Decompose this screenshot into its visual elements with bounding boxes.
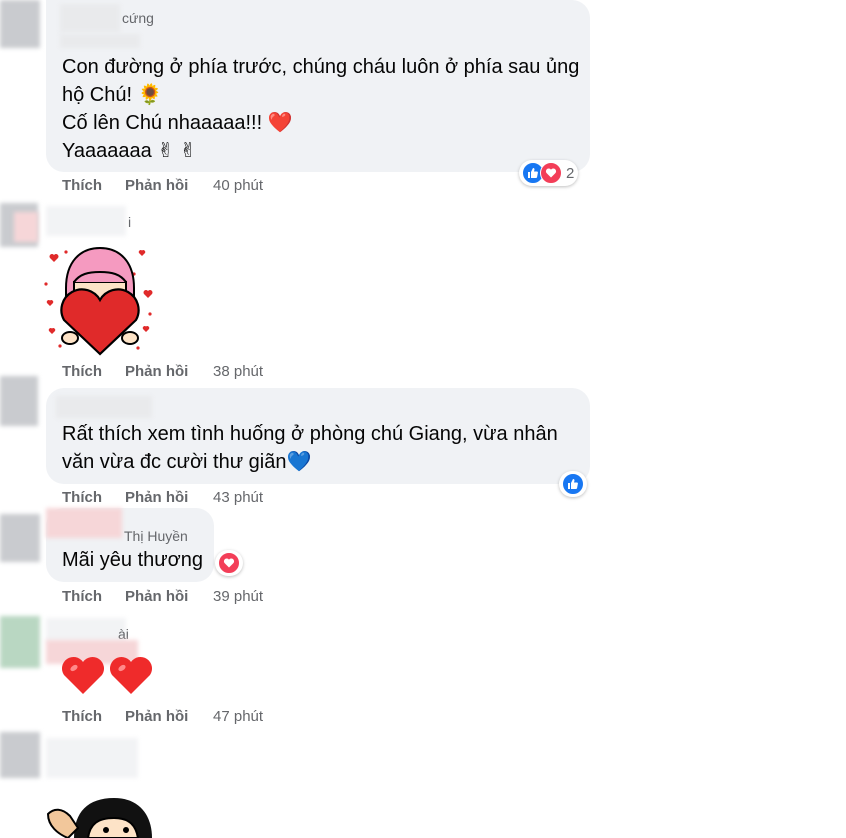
commenter-name[interactable]: Thị Huyền xyxy=(124,528,188,544)
like-link[interactable]: Thích xyxy=(62,489,102,506)
comment-text-line: Rất thích xem tình huống ở phòng chú Gia… xyxy=(62,423,558,445)
timestamp[interactable]: 40 phút xyxy=(213,177,263,194)
avatar[interactable] xyxy=(0,0,40,48)
reply-link[interactable]: Phản hồi xyxy=(125,489,188,506)
reply-link[interactable]: Phản hồi xyxy=(125,588,188,605)
timestamp[interactable]: 39 phút xyxy=(213,588,263,605)
comment-text-line: văn vừa đc cười thư giãn💙 xyxy=(62,451,312,473)
double-heart-emoji xyxy=(61,656,153,694)
like-link[interactable]: Thích xyxy=(62,177,102,194)
like-link[interactable]: Thích xyxy=(62,588,102,605)
blurred-name-line xyxy=(60,34,140,48)
cartoon-sticker xyxy=(46,798,152,838)
blurred-name xyxy=(46,738,138,778)
reply-link[interactable]: Phản hồi xyxy=(125,363,188,380)
commenter-name[interactable]: cứng xyxy=(122,10,154,26)
blurred-name xyxy=(60,4,120,32)
timestamp[interactable]: 38 phút xyxy=(213,363,263,380)
commenter-name[interactable]: i xyxy=(128,214,131,230)
blurred-name xyxy=(46,206,126,236)
avatar[interactable] xyxy=(0,514,40,562)
reply-link[interactable]: Phản hồi xyxy=(125,177,188,194)
avatar[interactable] xyxy=(0,376,38,426)
comment-text-line: Yaaaaaaa ✌ ✌ xyxy=(62,140,197,162)
like-reaction-icon xyxy=(562,473,584,495)
reaction-count: 2 xyxy=(566,164,575,182)
comment-text-line: Con đường ở phía trước, chúng cháu luôn … xyxy=(62,56,580,78)
reaction-summary[interactable]: 2 xyxy=(519,160,579,186)
like-link[interactable]: Thích xyxy=(62,363,102,380)
like-link[interactable]: Thích xyxy=(62,708,102,725)
blurred-name xyxy=(46,618,126,642)
comment-text-line: Mãi yêu thương xyxy=(62,549,204,571)
reply-link[interactable]: Phản hồi xyxy=(125,708,188,725)
blurred-name xyxy=(46,508,122,538)
comment-text-line: hộ Chú! 🌻 xyxy=(62,84,163,106)
avatar[interactable] xyxy=(0,732,40,778)
heart-girl-sticker xyxy=(44,246,153,356)
reaction-summary[interactable] xyxy=(559,471,587,497)
love-reaction-icon xyxy=(218,552,240,574)
blurred-name xyxy=(56,396,152,418)
comment-text-line: Cố lên Chú nhaaaaa!!! ❤️ xyxy=(62,112,293,134)
blurred-avatar-part xyxy=(14,212,38,242)
timestamp[interactable]: 47 phút xyxy=(213,708,263,725)
reaction-summary[interactable] xyxy=(215,550,243,576)
avatar[interactable] xyxy=(0,616,40,668)
love-reaction-icon xyxy=(540,162,562,184)
timestamp[interactable]: 43 phút xyxy=(213,489,263,506)
